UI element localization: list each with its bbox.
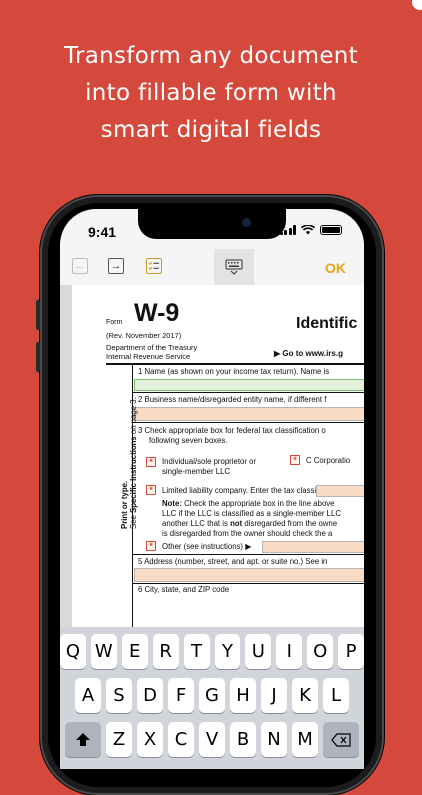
individual-label-2: single-member LLC — [162, 467, 231, 476]
key-d[interactable]: D — [137, 678, 163, 713]
row-rule — [132, 392, 364, 393]
keyboard-row-2: ASDFGHJKL — [60, 678, 364, 713]
address-field[interactable] — [134, 568, 364, 582]
key-k[interactable]: K — [292, 678, 318, 713]
arrow-left-icon[interactable]: ← — [72, 258, 88, 274]
arrow-right-icon[interactable]: → — [108, 258, 124, 274]
key-e[interactable]: E — [121, 634, 148, 669]
form-title: W-9 — [134, 299, 180, 327]
status-icons — [279, 225, 342, 235]
key-a[interactable]: A — [75, 678, 101, 713]
name-field[interactable] — [134, 379, 364, 391]
line-5-label: 5 Address (number, street, and apt. or s… — [138, 557, 328, 566]
shift-icon[interactable] — [65, 722, 101, 757]
keyboard: QWERTYUIOP ASDFGHJKL ZXCVBNM — [60, 627, 364, 769]
individual-checkbox[interactable]: * — [146, 457, 156, 467]
notch — [138, 209, 286, 239]
keyboard-icon — [225, 259, 243, 275]
keyboard-row-3: ZXCVBNM — [60, 722, 364, 757]
line-6-label: 6 City, state, and ZIP code — [138, 585, 230, 594]
battery-icon — [320, 225, 342, 235]
department-text: Department of the Treasury — [106, 343, 198, 352]
key-y[interactable]: Y — [214, 634, 241, 669]
c-corporation-label: C Corporatio — [306, 456, 351, 465]
volume-down-button — [36, 342, 40, 372]
headline-line-1: Transform any document — [64, 43, 358, 69]
line-2-label: 2 Business name/disregarded entity name,… — [138, 395, 327, 404]
note-line-1: Note: Check the appropriate box in the l… — [162, 499, 335, 508]
row-rule — [132, 583, 364, 584]
key-t[interactable]: T — [183, 634, 210, 669]
key-f[interactable]: F — [168, 678, 194, 713]
headline-line-3: smart digital fields — [100, 117, 322, 143]
header-rule — [106, 363, 364, 365]
delete-icon[interactable] — [323, 722, 359, 757]
key-z[interactable]: Z — [106, 722, 132, 757]
key-i[interactable]: I — [276, 634, 303, 669]
key-g[interactable]: G — [199, 678, 225, 713]
note-line-4: is disregarded from the owner should che… — [162, 529, 333, 538]
form-label: Form — [106, 319, 123, 326]
key-r[interactable]: R — [152, 634, 179, 669]
key-u[interactable]: U — [245, 634, 272, 669]
side-instructions: Print or type. See Specific Instructions… — [120, 397, 138, 529]
key-j[interactable]: J — [261, 678, 287, 713]
line-1-label: 1 Name (as shown on your income tax retu… — [138, 367, 330, 376]
checklist-icon[interactable] — [146, 258, 162, 274]
corner-dot — [412, 0, 422, 10]
editor-toolbar: ← → OK — [60, 249, 364, 285]
key-c[interactable]: C — [168, 722, 194, 757]
headline-line-2: into fillable form with — [85, 80, 337, 106]
signal-icon — [279, 225, 296, 235]
llc-checkbox[interactable]: * — [146, 485, 156, 495]
llc-label: Limited liability company. Enter the tax… — [162, 486, 333, 495]
key-q[interactable]: Q — [60, 634, 86, 669]
other-label: Other (see instructions) ▶ — [162, 542, 252, 551]
key-n[interactable]: N — [261, 722, 287, 757]
line-3-label: 3 Check appropriate box for federal tax … — [138, 426, 326, 435]
key-b[interactable]: B — [230, 722, 256, 757]
note-line-2: LLC if the LLC is classified as a single… — [162, 509, 341, 518]
volume-up-button — [36, 300, 40, 330]
wifi-icon — [301, 225, 315, 235]
line-3-label-cont: following seven boxes. — [149, 436, 228, 445]
keyboard-row-1: QWERTYUIOP — [60, 634, 364, 669]
key-x[interactable]: X — [137, 722, 163, 757]
keyboard-toggle-button[interactable] — [214, 249, 254, 285]
key-p[interactable]: P — [338, 634, 364, 669]
form-revision: (Rev. November 2017) — [106, 331, 182, 340]
key-s[interactable]: S — [106, 678, 132, 713]
status-time: 9:41 — [88, 224, 117, 240]
key-o[interactable]: O — [307, 634, 334, 669]
row-rule — [132, 422, 364, 423]
c-corporation-checkbox[interactable]: * — [290, 455, 300, 465]
camera-icon — [242, 218, 251, 227]
key-w[interactable]: W — [90, 634, 117, 669]
key-v[interactable]: V — [199, 722, 225, 757]
headline: Transform any document into fillable for… — [0, 38, 422, 149]
key-h[interactable]: H — [230, 678, 256, 713]
irs-text: Internal Revenue Service — [106, 352, 191, 361]
phone-screen: 9:41 ← → OK Form W-9 (Rev. November 2017… — [60, 209, 364, 769]
note-line-3: another LLC that is not disregarded from… — [162, 519, 338, 528]
other-checkbox[interactable]: * — [146, 541, 156, 551]
goto-link: ▶ Go to www.irs.g — [274, 349, 343, 358]
form-heading: Identific — [296, 315, 358, 332]
key-l[interactable]: L — [323, 678, 349, 713]
individual-label: Individual/sole proprietor or — [162, 457, 257, 466]
other-field[interactable] — [262, 541, 364, 553]
document-view[interactable]: Form W-9 (Rev. November 2017) Department… — [60, 285, 364, 635]
ok-button[interactable]: OK — [325, 260, 346, 276]
llc-classification-field[interactable] — [316, 485, 364, 497]
document-page: Form W-9 (Rev. November 2017) Department… — [72, 285, 364, 635]
key-m[interactable]: M — [292, 722, 318, 757]
business-name-field[interactable] — [134, 407, 364, 421]
row-rule — [132, 554, 364, 555]
